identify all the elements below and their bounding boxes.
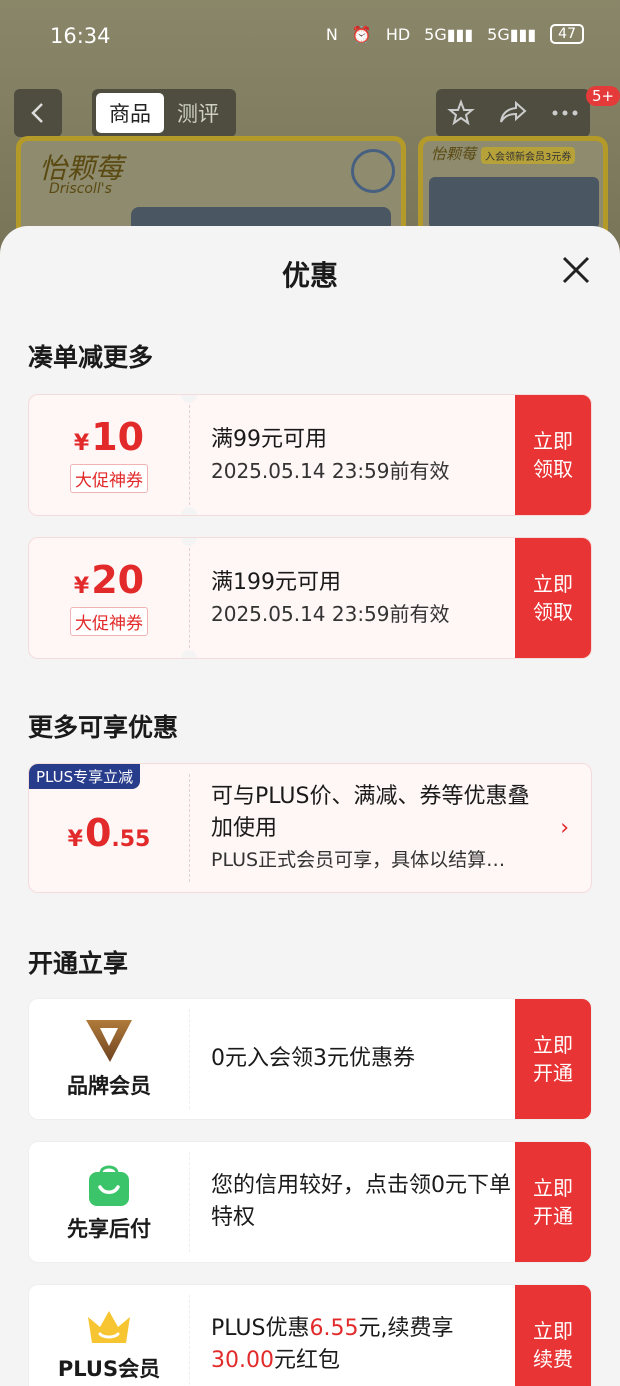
coupon-value: ¥20 大促神券 [29, 538, 189, 658]
claim-label: 立即 领取 [533, 572, 573, 624]
more-icon[interactable] [551, 109, 579, 117]
section-title-more-offers: 更多可享优惠 [28, 713, 179, 742]
action-bar [436, 89, 590, 137]
plus-offer-card[interactable]: PLUS专享立减 ¥0.55 可与PLUS价、满减、券等优惠叠加使用 PLUS正… [28, 763, 592, 893]
membership-desc: PLUS优惠6.55元,续费享30.00元红包 [211, 1316, 454, 1373]
shopping-bag-icon [89, 1165, 129, 1206]
promo-tag: 入会领新会员3元券 [481, 147, 576, 164]
notification-badge: 5+ [586, 86, 620, 106]
brand-sub-logo: Driscoll's [49, 181, 112, 197]
chevron-left-icon [31, 103, 43, 123]
quality-seal-icon [351, 149, 395, 193]
activate-label: 立即 开通 [533, 1176, 573, 1228]
back-button[interactable] [14, 89, 62, 137]
membership-card-brand: 品牌会员 0元入会领3元优惠券 立即 开通 [28, 998, 592, 1120]
coupon-card: ¥20 大促神券 满199元可用 2025.05.14 23:59前有效 立即 … [28, 537, 592, 659]
signal-5g-2-icon: 5G▮▮▮ [487, 24, 537, 44]
nfc-icon: N [325, 24, 338, 44]
section-title-membership: 开通立享 [28, 949, 129, 978]
signal-5g-icon: 5G▮▮▮ [424, 24, 474, 44]
claim-coupon-button[interactable]: 立即 领取 [515, 395, 591, 515]
berries-image-small [429, 177, 599, 229]
coupon-value: ¥10 大促神券 [29, 395, 189, 515]
plus-offer-desc: 可与PLUS价、满减、券等优惠叠加使用 [211, 784, 530, 841]
brand-v-icon [86, 1020, 132, 1062]
membership-name: 先享后付 [67, 1217, 151, 1241]
membership-card-plus: PLUS会员 PLUS优惠6.55元,续费享30.00元红包 立即 续费 [28, 1284, 592, 1386]
hd-icon: HD [385, 24, 411, 44]
membership-card-pay-later: 先享后付 您的信用较好，点击领0元下单特权 立即 开通 [28, 1141, 592, 1263]
product-page-background: 16:34 N ⏰ HD 5G▮▮▮ 5G▮▮▮ 47 商品 测评 5+ 怡颗莓… [0, 0, 620, 260]
membership-name: 品牌会员 [67, 1074, 151, 1098]
membership-desc: 0元入会领3元优惠券 [211, 1046, 415, 1071]
star-icon[interactable] [447, 99, 476, 127]
tab-product[interactable]: 商品 [96, 93, 164, 133]
coupon-valid-date: 2025.05.14 23:59前有效 [211, 602, 450, 626]
membership-desc: 您的信用较好，点击领0元下单特权 [211, 1173, 511, 1230]
activate-brand-membership-button[interactable]: 立即 开通 [515, 999, 591, 1119]
status-icons: N ⏰ HD 5G▮▮▮ 5G▮▮▮ 47 [326, 24, 584, 44]
plus-offer-note: PLUS正式会员可享，具体以结算… [211, 849, 506, 871]
brand-logo-small: 怡颗莓 [431, 145, 477, 163]
tab-review[interactable]: 测评 [164, 93, 232, 133]
offers-sheet: 优惠 凑单减更多 ¥10 大促神券 满99元可用 2025.05.14 23:5… [0, 226, 620, 1386]
status-time: 16:34 [50, 24, 111, 48]
coupon-valid-date: 2025.05.14 23:59前有效 [211, 459, 450, 483]
coupon-tag: 大促神券 [70, 606, 148, 636]
close-icon[interactable] [558, 252, 594, 288]
claim-label: 立即 领取 [533, 429, 573, 481]
section-title-bundle: 凑单减更多 [28, 343, 154, 372]
activate-pay-later-button[interactable]: 立即 开通 [515, 1142, 591, 1262]
status-bar: 16:34 N ⏰ HD 5G▮▮▮ 5G▮▮▮ 47 [0, 0, 620, 76]
plus-offer-value: ¥0.55 [67, 811, 151, 855]
coupon-tag: 大促神券 [70, 463, 148, 493]
activate-label: 立即 开通 [533, 1033, 573, 1085]
renew-plus-button[interactable]: 立即 续费 [515, 1285, 591, 1386]
share-icon[interactable] [498, 100, 528, 126]
product-tabs: 商品 测评 [92, 89, 236, 137]
coupon-card: ¥10 大促神券 满99元可用 2025.05.14 23:59前有效 立即 领… [28, 394, 592, 516]
sheet-title: 优惠 [281, 259, 338, 292]
coupon-condition: 满99元可用 [211, 427, 327, 452]
chevron-right-icon: › [560, 815, 569, 841]
renew-label: 立即 续费 [533, 1319, 573, 1371]
crown-icon [88, 1311, 130, 1343]
battery-icon: 47 [550, 24, 584, 44]
claim-coupon-button[interactable]: 立即 领取 [515, 538, 591, 658]
alarm-icon: ⏰ [351, 24, 372, 44]
coupon-condition: 满199元可用 [211, 570, 341, 595]
membership-name: PLUS会员 [57, 1357, 161, 1381]
